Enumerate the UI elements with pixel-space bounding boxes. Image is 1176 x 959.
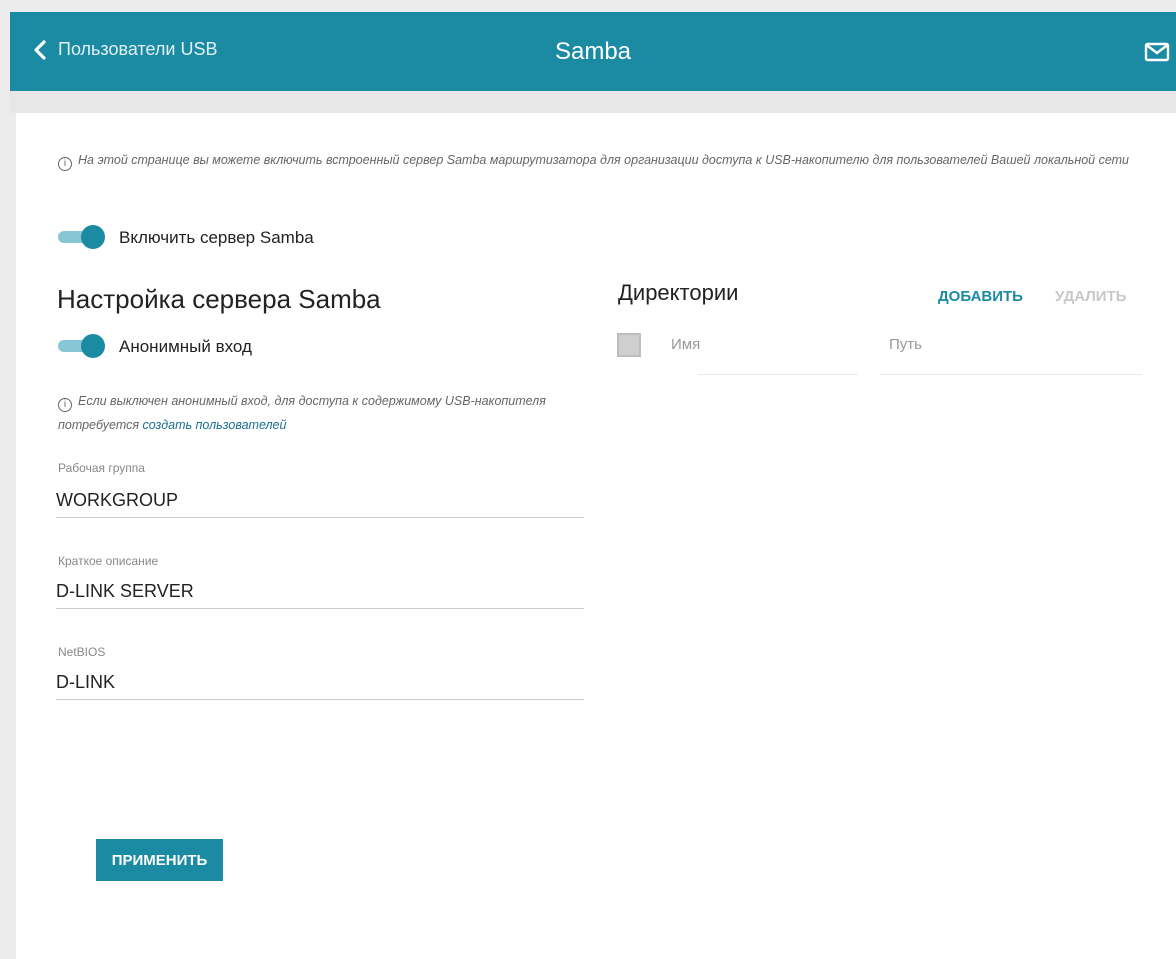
page-info-text: i На этой странице вы можете включить вст… [58, 150, 1148, 171]
anonymous-info-text: i Если выключен анонимный вход, для досту… [58, 389, 598, 437]
page-title: Samba [554, 38, 632, 65]
netbios-input[interactable] [56, 666, 584, 700]
column-header-path[interactable]: Путь [889, 336, 922, 353]
description-label: Краткое описание [58, 554, 159, 568]
apply-button[interactable]: ПРИМЕНИТЬ [96, 839, 223, 881]
enable-samba-label: Включить сервер Samba [119, 228, 314, 247]
anonymous-login-toggle[interactable] [58, 334, 106, 358]
netbios-label: NetBIOS [58, 645, 106, 659]
add-directory-button[interactable]: ДОБАВИТЬ [938, 288, 1023, 305]
create-users-link[interactable]: создать пользователей [143, 418, 287, 432]
info-icon: i [58, 398, 72, 412]
description-input[interactable] [56, 575, 584, 609]
directories-heading: Директории [618, 280, 739, 305]
info-icon: i [58, 157, 72, 171]
column-header-name[interactable]: Имя [671, 336, 700, 353]
anonymous-info-content: Если выключен анонимный вход, для доступ… [58, 394, 546, 432]
header-bar: Пользователи USB Samba [10, 12, 1176, 91]
toggle-knob [81, 225, 105, 249]
settings-heading: Настройка сервера Samba [57, 284, 381, 314]
anonymous-login-label: Анонимный вход [119, 337, 252, 356]
enable-samba-toggle[interactable] [58, 225, 106, 249]
column-divider [880, 374, 1142, 375]
header-strip [10, 91, 1176, 113]
workgroup-label: Рабочая группа [58, 461, 145, 475]
delete-directory-button[interactable]: УДАЛИТЬ [1055, 288, 1127, 305]
select-all-checkbox[interactable] [617, 333, 641, 357]
mail-icon[interactable] [1144, 42, 1170, 62]
column-divider [698, 374, 858, 375]
toggle-knob [81, 334, 105, 358]
workgroup-input[interactable] [56, 484, 584, 518]
page-info-content: На этой странице вы можете включить встр… [78, 153, 1129, 167]
